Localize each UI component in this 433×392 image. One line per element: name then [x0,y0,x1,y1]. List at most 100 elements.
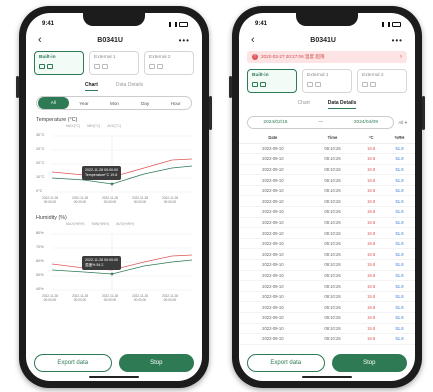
table-row: 2022-09-10 09:10:26 19.8 51.8 [239,238,415,250]
home-indicator[interactable] [89,376,139,378]
range-all[interactable]: All [38,97,69,109]
page-title: B0341U [97,36,123,44]
cell-date: 2022-09-10 [239,301,307,313]
table-row: 2022-09-10 09:10:26 19.8 51.8 [239,248,415,261]
cell-humidity: 51.8 [384,323,415,335]
cell-time: 09:10:26 [306,312,359,324]
tab-data-details[interactable]: Data Details [116,82,143,91]
cell-temperature: 19.8 [358,164,385,176]
stop-button[interactable]: Stop [331,354,407,372]
back-icon[interactable]: ‹ [251,34,255,46]
filter-select[interactable]: All ▾ [398,120,407,126]
tab-chart[interactable]: Chart [84,82,98,91]
cell-humidity: 51.8 [384,270,415,282]
header-time: Time [306,133,359,144]
temperature-chart-title: Temperature (°C) [36,117,78,123]
sensor-external-1[interactable]: External 1 [302,69,352,93]
cell-humidity: 51.8 [384,185,415,197]
table-row: 2022-09-10 09:10:26 19.8 51.8 [239,312,415,324]
tab-data-details[interactable]: Data Details [327,100,357,109]
export-data-button[interactable]: Export data [34,354,112,372]
cell-humidity: 51.8 [384,217,415,229]
back-icon[interactable]: ‹ [38,34,42,46]
notch [83,13,145,26]
cell-temperature: 19.8 [358,259,385,271]
view-tabs: Chart Data Details [26,77,202,94]
cell-temperature: 19.8 [358,280,385,292]
date-separator: — [318,120,324,125]
cell-date: 2022-09-10 [239,185,307,197]
date-start: 2024/02/16 [263,120,288,125]
view-tabs: Chart Data Details [239,95,415,112]
cell-humidity: 51.8 [384,143,415,155]
temperature-tooltip: 2022-11-28 00:00:00 Temperature°C 19.8 [82,166,122,180]
export-data-button[interactable]: Export data [247,354,325,372]
humidity-chart[interactable]: 80% 70% 60% 50% 40% 2022-11-28 00:00:00 2… [34,226,194,310]
sensor-external-1[interactable]: External 1 [89,51,139,75]
phone-right: 9:41 ‹ B0341U ••• ! 2022-03-27 20:27:06 … [229,6,425,388]
range-day[interactable]: Day [130,101,161,106]
table-row: 2022-09-10 09:10:26 19.8 51.8 [239,280,415,292]
sensor-builtin[interactable]: Built-in [34,51,84,75]
cell-humidity: 51.8 [384,174,415,186]
range-hour[interactable]: Hour [160,101,191,106]
table-row: 2022-09-10 09:10:26 19.8 51.8 [239,143,415,155]
cell-time: 09:10:26 [306,185,359,197]
date-end: 2024/04/09 [353,120,378,125]
cell-temperature: 19.8 [358,248,385,261]
cell-date: 2022-09-10 [239,248,307,261]
volume-button [229,76,232,98]
date-range-picker[interactable]: 2024/02/16 — 2024/04/09 [247,116,395,129]
range-year[interactable]: Year [69,101,100,106]
more-icon[interactable]: ••• [392,36,403,45]
range-month[interactable]: Mon [99,101,130,106]
alert-icon: ! [252,54,258,60]
alarm-banner[interactable]: ! 2022-03-27 20:27:06 温度 超限 › [247,51,407,63]
table-row: 2022-09-10 09:10:26 19.8 51.8 [239,153,415,165]
home-indicator[interactable] [302,376,352,378]
cell-date: 2022-09-10 [239,270,307,282]
cell-humidity: 51.8 [384,238,415,250]
table-row: 2022-09-10 09:10:26 19.8 51.8 [239,333,415,345]
cell-time: 09:10:26 [306,259,359,271]
cell-humidity: 51.8 [384,195,415,208]
cell-time: 09:10:26 [306,301,359,313]
cell-humidity: 51.8 [384,291,415,303]
cell-time: 09:10:26 [306,291,359,303]
cell-temperature: 19.8 [358,291,385,303]
table-row: 2022-09-10 09:10:26 19.8 51.8 [239,206,415,218]
cell-humidity: 51.8 [384,259,415,271]
action-bar: Export data Stop [26,354,202,372]
humidity-chart-title: Humidity (%) [36,215,67,221]
signal-icon [169,21,177,27]
cell-temperature: 19.8 [358,270,385,282]
cell-temperature: 19.8 [358,301,385,313]
more-icon[interactable]: ••• [179,36,190,45]
cell-time: 09:10:26 [306,238,359,250]
tab-chart[interactable]: Chart [298,100,310,109]
cell-humidity: 51.8 [384,248,415,261]
cell-temperature: 19.8 [358,217,385,229]
cell-temperature: 19.8 [358,153,385,165]
table-row: 2022-09-10 09:10:26 19.8 51.8 [239,185,415,197]
signal-icon [382,21,390,27]
table-header: Date Time °C %RH [239,133,415,144]
cell-time: 09:10:26 [306,174,359,186]
table-row: 2022-09-10 09:10:26 19.8 51.8 [239,291,415,303]
sensor-external-2[interactable]: External 2 [144,51,194,75]
page-title: B0341U [310,36,336,44]
cell-date: 2022-09-10 [239,217,307,229]
power-button [209,96,212,130]
temperature-chart[interactable]: 30°C 20°C 20°C 10°C 0°C 2022-11-28 00:00:… [34,128,194,212]
stop-button[interactable]: Stop [118,354,194,372]
data-table: Date Time °C %RH 2022-09-10 09:10:26 19.8 5… [239,133,415,345]
action-bar: Export data Stop [239,354,415,372]
cell-temperature: 19.8 [358,312,385,324]
cell-date: 2022-09-10 [239,333,307,345]
sensor-builtin[interactable]: Built-in [247,69,297,93]
header-date: Date [239,133,307,144]
cell-time: 09:10:26 [306,143,359,155]
chevron-right-icon: › [400,54,402,60]
battery-icon [392,21,401,27]
sensor-external-2[interactable]: External 2 [357,69,407,93]
